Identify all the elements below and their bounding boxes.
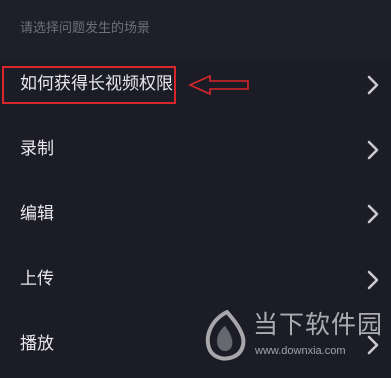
left-arrow-icon <box>188 75 249 95</box>
chevron-right-icon <box>367 270 379 290</box>
chevron-right-icon <box>367 75 379 95</box>
menu-item-record[interactable]: 录制 <box>0 118 391 180</box>
feedback-scene-page: 请选择问题发生的场景 如何获得长视频权限 录制 编辑 上传 播放 当下软件园 w… <box>0 0 391 378</box>
highlight-box <box>2 66 176 104</box>
section-header: 请选择问题发生的场景 <box>0 0 391 60</box>
section-prompt: 请选择问题发生的场景 <box>20 21 151 36</box>
menu-item-label: 编辑 <box>20 204 54 224</box>
downxia-logo <box>205 310 246 361</box>
watermark-url: www.downxia.com <box>255 345 346 357</box>
menu-item-label: 播放 <box>20 334 54 354</box>
menu-item-edit[interactable]: 编辑 <box>0 182 391 244</box>
menu-item-label: 录制 <box>20 139 54 159</box>
chevron-right-icon <box>367 140 379 160</box>
watermark: 当下软件园 www.downxia.com <box>203 306 389 368</box>
watermark-name: 当下软件园 <box>253 310 384 339</box>
menu-item-label: 上传 <box>20 269 54 289</box>
chevron-right-icon <box>367 204 379 224</box>
menu-item-upload[interactable]: 上传 <box>0 248 391 310</box>
